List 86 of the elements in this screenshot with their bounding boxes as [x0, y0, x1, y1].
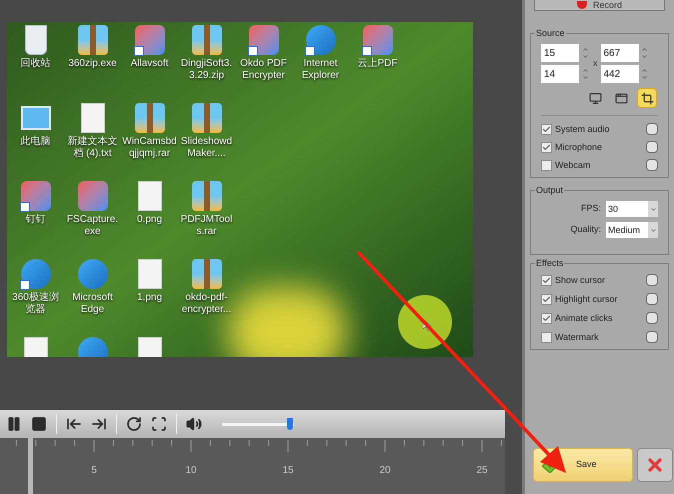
checkbox-label: Watermark [555, 332, 600, 342]
group-title: Output [535, 184, 564, 196]
options-button[interactable] [646, 274, 658, 286]
desktop-icon[interactable] [362, 24, 394, 56]
desktop-icon-label: 360极速浏览器 [11, 292, 60, 316]
crop-icon [640, 92, 654, 104]
save-button[interactable]: Save [533, 448, 633, 482]
volume-icon[interactable] [186, 416, 202, 432]
options-button[interactable] [646, 159, 658, 171]
y-field[interactable]: 14 [541, 65, 579, 83]
desktop-icon-label: 0.png [136, 214, 164, 226]
options-button[interactable] [646, 293, 658, 305]
skip-end-icon[interactable] [91, 416, 107, 432]
desktop-icon[interactable] [248, 24, 280, 56]
checkbox-label: Highlight cursor [555, 294, 619, 304]
monitor-icon [588, 92, 602, 104]
options-button[interactable] [646, 123, 658, 135]
checkbox-label: Microphone [555, 142, 604, 152]
desktop-icon[interactable] [134, 24, 166, 56]
desktop-icon-label: Internet Explorer [300, 58, 340, 82]
width-field[interactable]: 667 [600, 44, 638, 62]
x-field[interactable]: 15 [541, 44, 579, 62]
options-button[interactable] [646, 312, 658, 324]
ruler-label: 15 [281, 464, 295, 478]
desktop-icon[interactable] [190, 102, 222, 134]
desktop-icon[interactable] [134, 102, 166, 134]
record-button[interactable]: Record [534, 0, 665, 11]
desktop-icon-label: Allavsoft [130, 58, 170, 70]
checkbox[interactable] [541, 160, 552, 170]
loop-icon[interactable] [126, 416, 142, 432]
desktop-icon-label: 回收站 [20, 58, 52, 70]
options-button[interactable] [646, 141, 658, 153]
desktop-icon[interactable] [20, 258, 52, 290]
times-sign: x [593, 56, 598, 70]
desktop-icon-label: PDFJMTools.rar [180, 214, 234, 238]
volume-slider[interactable] [219, 418, 297, 430]
window-icon [614, 92, 628, 104]
checkbox[interactable] [541, 294, 552, 304]
desktop-icon[interactable] [190, 24, 222, 56]
height-field[interactable]: 442 [600, 65, 638, 83]
desktop-icon-label: okdo-pdf-encrypter... [180, 292, 232, 316]
ruler-label: 25 [475, 464, 489, 478]
desktop-icon[interactable] [190, 180, 222, 212]
stop-icon[interactable] [31, 416, 47, 432]
checkbox[interactable] [541, 332, 552, 342]
checkbox-label: Animate clicks [555, 312, 614, 324]
checkbox-label: Show cursor [555, 274, 606, 286]
pause-icon[interactable] [6, 416, 22, 432]
desktop-icon-label: 云上PDF [356, 58, 398, 70]
volume-slider-thumb[interactable] [287, 418, 294, 430]
desktop-icon-label: WinCamsbdqjjqmj.rar [122, 136, 177, 160]
desktop-icon-label: FSCapture.exe [66, 214, 120, 238]
desktop-icon-label: DingjiSoft3.3.29.zip [180, 58, 234, 82]
desktop-icon[interactable] [20, 180, 52, 212]
desktop-icon[interactable] [304, 24, 336, 56]
desktop-icon[interactable] [76, 24, 108, 56]
ruler-label: 10 [184, 464, 198, 478]
checkbox[interactable] [541, 124, 552, 134]
cursor-highlight [398, 295, 452, 349]
cancel-button[interactable] [637, 448, 673, 482]
desktop-icon-label: 钉钉 [24, 214, 46, 226]
group-title: Effects [535, 257, 564, 269]
checkbox-label: Webcam [555, 160, 592, 170]
skip-start-icon[interactable] [66, 416, 82, 432]
desktop-icon-label: SlideshowdMaker.... [180, 136, 234, 160]
capture-mode-button[interactable] [637, 88, 657, 108]
fullscreen-icon[interactable] [151, 416, 167, 432]
checkbox[interactable] [541, 274, 552, 286]
dropdown[interactable]: 30 [606, 201, 658, 217]
desktop-icon-label: Okdo PDF Encrypter [239, 58, 288, 82]
ruler-label: 5 [90, 464, 98, 478]
dropdown[interactable]: Medium [606, 222, 658, 238]
field-label: FPS: [580, 202, 601, 216]
checkbox[interactable] [541, 312, 552, 324]
desktop-icon-label: 此电脑 [20, 136, 52, 148]
desktop-icon-label: Microsoft Edge [71, 292, 114, 316]
options-button[interactable] [646, 331, 658, 343]
desktop-icon-label: 新建文本文档 (4).txt [66, 136, 118, 160]
desktop-icon[interactable] [190, 258, 222, 290]
group-title: Source [535, 27, 566, 39]
checkbox[interactable] [541, 142, 552, 152]
checkbox-label: System audio [555, 124, 611, 134]
ruler-label: 20 [378, 464, 392, 478]
field-label: Quality: [570, 223, 601, 236]
desktop-icon-label: 1.png [136, 292, 164, 304]
desktop-icon-label: 360zip.exe [67, 58, 118, 70]
